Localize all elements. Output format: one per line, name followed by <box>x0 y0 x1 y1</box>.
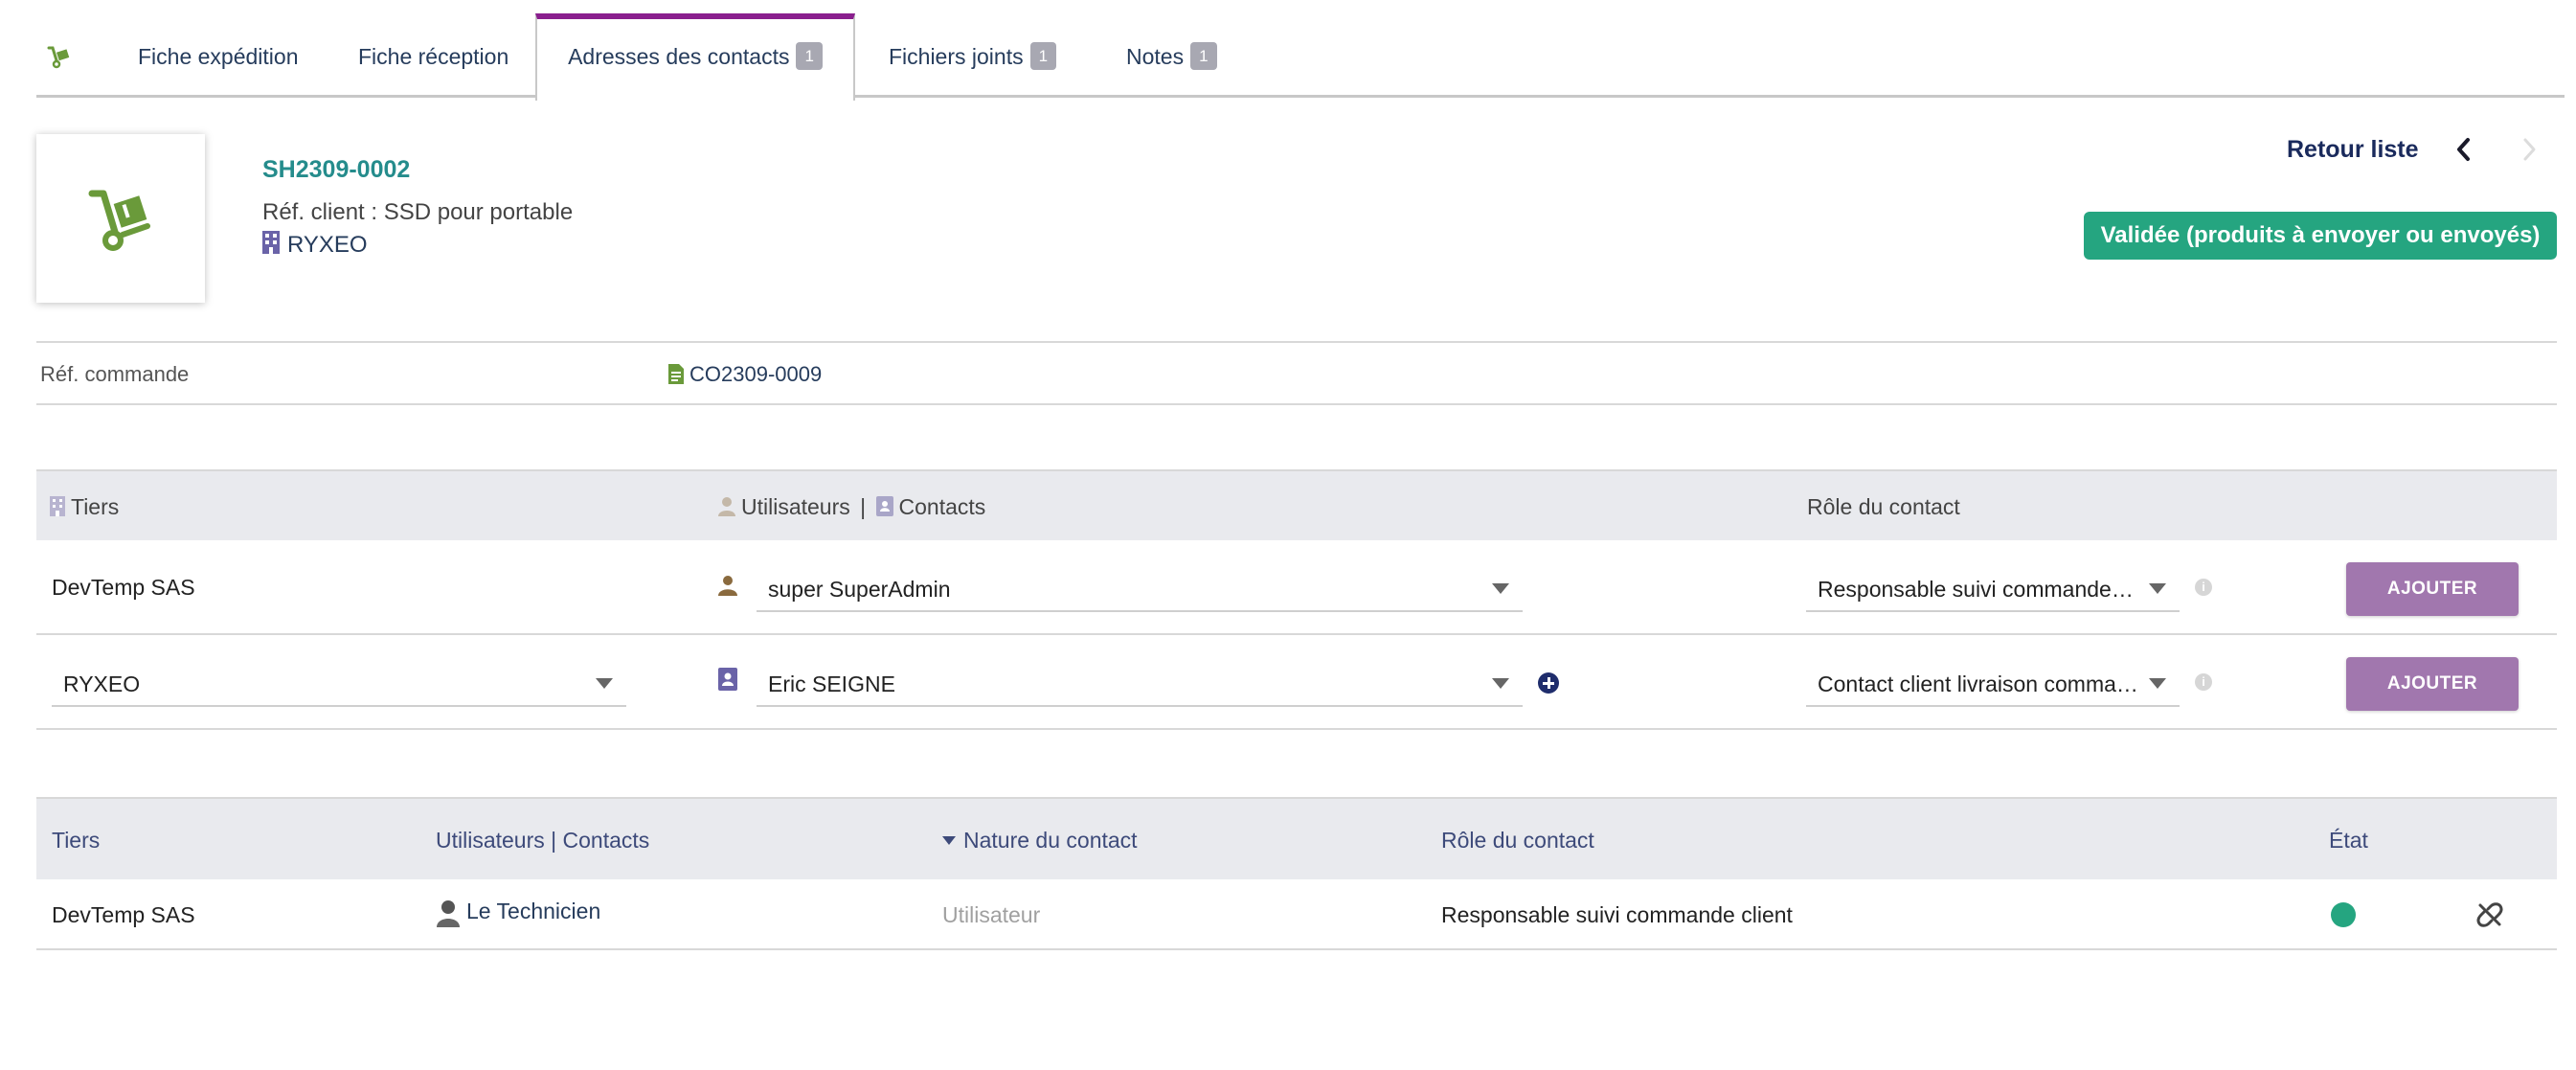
user-icon <box>718 497 735 517</box>
contact-select-value: Eric SEIGNE <box>768 672 895 696</box>
chevron-left-icon[interactable] <box>2452 134 2476 165</box>
chevron-down-icon <box>1492 678 1509 689</box>
header-role: Rôle du contact <box>1807 494 1960 519</box>
row-role: Responsable suivi commande client <box>1441 902 1793 927</box>
info-icon: i <box>2195 579 2212 596</box>
page-title: SH2309-0002 <box>262 156 411 183</box>
status-active-icon <box>2331 902 2356 927</box>
page: Fiche expédition Fiche réception Adresse… <box>0 0 2576 1070</box>
status-badge: Validée (produits à envoyer ou envoyés) <box>2084 212 2557 260</box>
tab-fichiers-joints[interactable]: Fichiers joints 1 <box>889 13 1057 98</box>
info-icon: i <box>2195 673 2212 691</box>
header-users-label: Utilisateurs <box>741 494 850 519</box>
table-row: DevTemp SAS Le Technicien Utilisateur Re… <box>36 879 2557 950</box>
company-link[interactable]: RYXEO <box>262 231 368 261</box>
tab-adresses-contacts[interactable]: Adresses des contacts 1 <box>535 13 855 101</box>
contact-card-icon <box>875 496 893 517</box>
tab-fiche-reception[interactable]: Fiche réception <box>358 13 508 98</box>
document-icon <box>668 363 684 384</box>
ref-client: Réf. client : SSD pour portable <box>262 199 574 225</box>
shipment-icon[interactable] <box>46 13 71 98</box>
add-contact-row-contact: RYXEO Eric SEIGNE Contact client livrais… <box>36 635 2557 730</box>
add-contact-button[interactable]: AJOUTER <box>2346 657 2519 711</box>
tab-count-badge: 1 <box>1190 42 1217 71</box>
col-tiers[interactable]: Tiers <box>52 828 100 854</box>
shipment-cart-icon <box>88 190 150 251</box>
building-icon <box>262 231 280 261</box>
role-select-value: Contact client livraison commande <box>1818 672 2139 696</box>
header-contacts-label: Contacts <box>898 494 986 519</box>
tab-fichiers-joints-label: Fichiers joints <box>889 44 1024 69</box>
role-select[interactable]: Contact client livraison commande <box>1806 659 2180 707</box>
ref-commande-label: Réf. commande <box>40 362 190 386</box>
building-icon <box>50 496 65 517</box>
sort-desc-icon <box>942 836 956 845</box>
tiers-name: DevTemp SAS <box>52 575 195 600</box>
chevron-down-icon <box>2149 583 2166 594</box>
avatar <box>437 900 460 927</box>
back-to-list-link[interactable]: Retour liste <box>2287 136 2419 164</box>
col-state[interactable]: État <box>2329 828 2368 854</box>
col-nature-label: Nature du contact <box>963 828 1138 853</box>
add-contact-header: Tiers Utilisateurs | Contacts Rôle du co… <box>36 469 2557 540</box>
tab-count-badge: 1 <box>796 42 823 71</box>
tab-bar: Fiche expédition Fiche réception Adresse… <box>36 13 2565 101</box>
chevron-right-icon <box>2517 134 2542 165</box>
object-photo <box>36 134 205 303</box>
tiers-select[interactable]: RYXEO <box>52 659 626 707</box>
add-contact-row-user: DevTemp SAS super SuperAdmin Responsable… <box>36 540 2557 635</box>
contact-card-icon <box>718 668 737 695</box>
add-contact-plus-icon[interactable] <box>1538 672 1559 694</box>
tab-notes-label: Notes <box>1126 44 1185 69</box>
chevron-down-icon <box>1492 583 1509 594</box>
header-separator: | <box>860 494 867 519</box>
tab-count-badge: 1 <box>1029 42 1057 71</box>
ref-commande-row: Réf. commande CO2309-0009 <box>36 341 2557 405</box>
order-ref: CO2309-0009 <box>689 362 823 386</box>
user-select[interactable]: super SuperAdmin <box>757 564 1523 612</box>
header-tiers: Tiers <box>50 494 119 520</box>
company-name: RYXEO <box>287 231 368 258</box>
tab-adresses-contacts-label: Adresses des contacts <box>568 44 790 69</box>
header-users-contacts: Utilisateurs | Contacts <box>718 494 985 520</box>
user-icon <box>718 575 737 601</box>
header-tiers-label: Tiers <box>71 494 120 519</box>
row-contact-name: Le Technicien <box>466 899 601 924</box>
col-users-contacts[interactable]: Utilisateurs | Contacts <box>436 828 649 854</box>
chevron-down-icon <box>596 678 613 689</box>
col-role[interactable]: Rôle du contact <box>1441 828 1594 854</box>
user-select-value: super SuperAdmin <box>768 577 951 602</box>
contact-select[interactable]: Eric SEIGNE <box>757 659 1523 707</box>
tab-notes[interactable]: Notes 1 <box>1126 13 1217 98</box>
col-nature[interactable]: Nature du contact <box>942 828 1138 854</box>
role-select[interactable]: Responsable suivi commande client <box>1806 564 2180 612</box>
order-link[interactable]: CO2309-0009 <box>668 362 822 387</box>
unlink-icon[interactable] <box>2476 901 2503 928</box>
role-select-value: Responsable suivi commande client <box>1818 577 2139 602</box>
row-nature: Utilisateur <box>942 902 1041 927</box>
tab-fiche-expedition[interactable]: Fiche expédition <box>138 13 299 98</box>
add-user-button[interactable]: AJOUTER <box>2346 562 2519 616</box>
chevron-down-icon <box>2149 678 2166 689</box>
tiers-select-value: RYXEO <box>63 672 141 696</box>
row-tiers: DevTemp SAS <box>52 902 195 927</box>
contacts-list-header: Tiers Utilisateurs | Contacts Nature du … <box>36 797 2557 879</box>
row-contact-link[interactable]: Le Technicien <box>436 899 600 927</box>
